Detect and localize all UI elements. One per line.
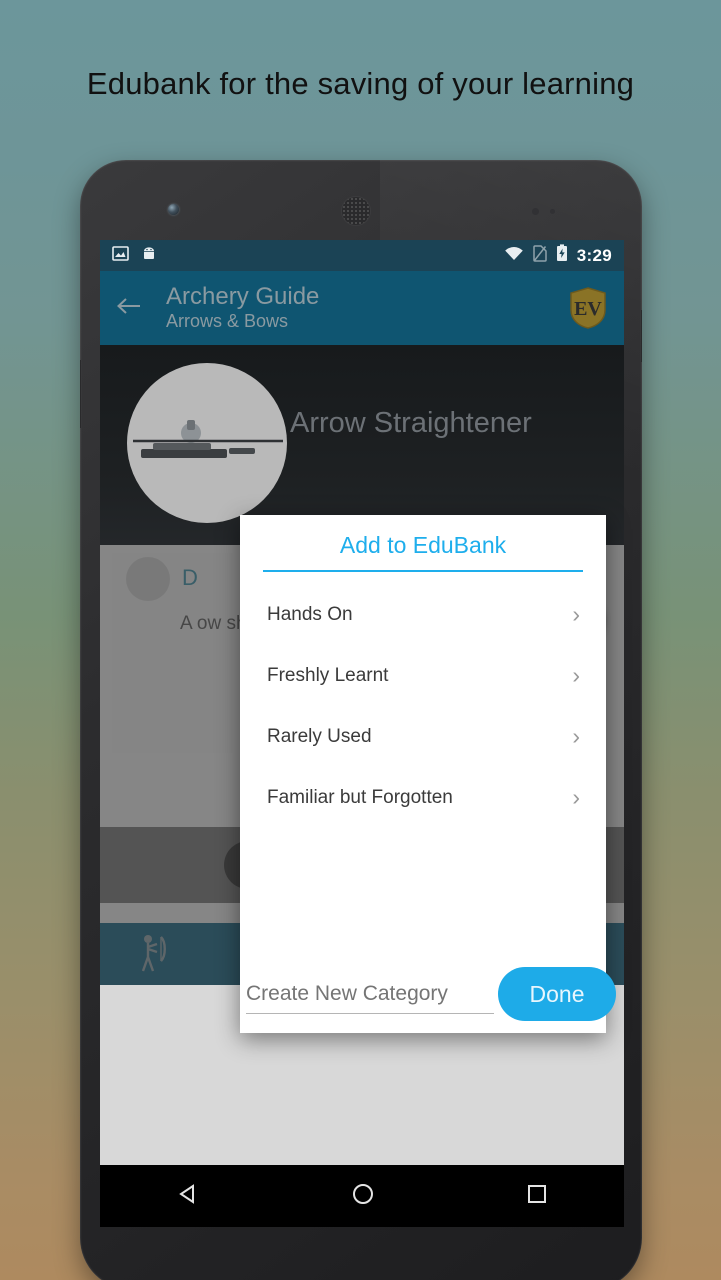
app-bar: Archery Guide Arrows & Bows EV: [100, 271, 624, 345]
no-sim-icon: [533, 244, 547, 267]
nav-home-button[interactable]: [351, 1182, 375, 1211]
status-bar: 3:29: [100, 240, 624, 271]
arrow-straightener-photo: [133, 420, 283, 458]
list-item[interactable]: Rarely Used ›: [240, 706, 606, 767]
nav-back-button[interactable]: [176, 1182, 200, 1211]
dialog-title: Add to EduBank: [339, 532, 507, 558]
chevron-right-icon: ›: [572, 723, 580, 749]
dialog-footer: Done: [240, 959, 616, 1033]
app-subtitle: Arrows & Bows: [166, 310, 289, 331]
add-to-edubank-dialog: Add to EduBank Hands On › Freshly Learnt…: [240, 515, 616, 1033]
page-title: Edubank for the saving of your learning: [86, 66, 635, 101]
proximity-sensor-icon: [532, 208, 539, 215]
nav-recents-button[interactable]: [526, 1183, 548, 1210]
hero-title: Arrow Straightener: [290, 407, 532, 439]
ev-shield-logo-icon[interactable]: EV: [568, 287, 608, 329]
list-item[interactable]: Freshly Learnt ›: [240, 645, 606, 706]
earpiece-speaker-icon: [341, 196, 371, 226]
front-camera-icon: [168, 204, 179, 215]
image-icon: [112, 245, 129, 266]
circle-home-icon: [352, 1183, 373, 1204]
power-button[interactable]: [641, 310, 642, 362]
chevron-right-icon: ›: [572, 601, 580, 627]
clock: 3:29: [576, 245, 612, 265]
app-bar-titles: Archery Guide Arrows & Bows: [166, 282, 320, 332]
triangle-back-icon: [178, 1183, 194, 1204]
volume-button[interactable]: [80, 360, 81, 428]
wifi-icon: [504, 246, 524, 266]
list-item[interactable]: Familiar but Forgotten ›: [240, 767, 606, 828]
list-item[interactable]: Hands On ›: [240, 584, 606, 645]
android-icon: [141, 246, 157, 266]
square-recents-icon: [528, 1184, 547, 1203]
status-indicators: 3:29: [504, 244, 612, 267]
battery-charging-icon: [556, 244, 568, 267]
category-label: Freshly Learnt: [267, 664, 389, 686]
chevron-right-icon: ›: [572, 662, 580, 688]
done-button[interactable]: Done: [498, 967, 616, 1021]
category-label: Familiar but Forgotten: [267, 786, 453, 808]
phone-device: 3:29 Archery Guide Arrows & Bows EV Arro…: [80, 160, 642, 1280]
dialog-title-divider: [263, 570, 583, 572]
android-nav-bar: [100, 1165, 624, 1227]
svg-text:EV: EV: [574, 298, 602, 320]
chevron-right-icon: ›: [572, 784, 580, 810]
hero-thumbnail[interactable]: [127, 363, 287, 523]
app-title: Archery Guide: [166, 282, 320, 310]
light-sensor-icon: [550, 209, 555, 214]
back-arrow-icon[interactable]: [116, 296, 142, 321]
category-label: Hands On: [267, 603, 353, 625]
status-notifications: [112, 245, 157, 266]
category-label: Rarely Used: [267, 725, 372, 747]
new-category-input[interactable]: [246, 978, 494, 1014]
